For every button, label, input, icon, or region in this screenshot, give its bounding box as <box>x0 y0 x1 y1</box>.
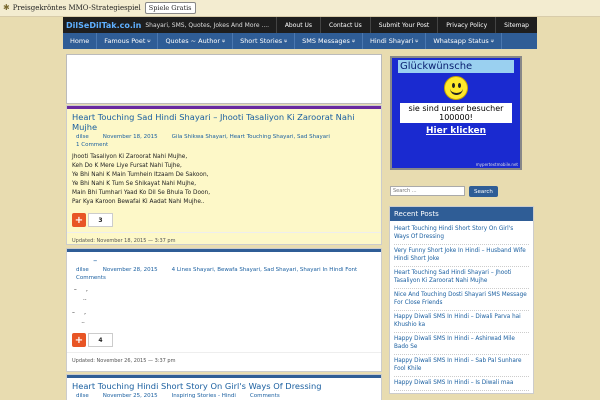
search-button[interactable]: Search <box>469 186 498 197</box>
chevron-down-icon: ⍦ <box>415 38 419 44</box>
recent-posts-widget: Recent Posts Heart Touching Hindi Short … <box>389 206 534 394</box>
search-input[interactable] <box>390 186 465 196</box>
ad-play-button[interactable]: Spiele Gratis <box>144 2 196 14</box>
chevron-down-icon: ⍦ <box>284 38 288 44</box>
nav-sms-messages[interactable]: SMS Messages ⍦ <box>295 33 363 49</box>
post-comments[interactable]: Comments <box>250 393 280 399</box>
nav-hindi-shayari[interactable]: Hindi Shayari ⍦ <box>363 33 427 49</box>
post-author[interactable]: dilse <box>76 267 89 273</box>
post-date[interactable]: November 28, 2015 <box>103 267 158 273</box>
topnav-contact[interactable]: Contact Us <box>320 17 370 33</box>
share-widget: + 3 <box>67 211 381 229</box>
share-count: 4 <box>88 333 113 347</box>
recent-posts-list: Heart Touching Hindi Short Story On Girl… <box>390 221 533 393</box>
banner-message: sie sind unser besucher 100000! <box>400 103 512 123</box>
search-form: Search <box>390 186 533 197</box>
nav-whatsapp-status[interactable]: Whatsapp Status ⍦ <box>426 33 502 49</box>
widget-title: Recent Posts <box>390 207 533 221</box>
post-excerpt: ‪‪‪‪‪‪‪‪‪‪‪‪ – ‪‪‪‪ ‪‪‪‪‪ ‪‪‪‪ ‪‪‪ ‪‪‪‪,… <box>72 287 88 325</box>
recent-post-link[interactable]: Happy Diwali SMS In Hindi – Diwali Parva… <box>394 311 529 333</box>
recent-post-link[interactable]: Heart Touching Sad Hindi Shayari – Jhoot… <box>394 267 529 289</box>
site-tagline: Shayari, SMS, Quotes, Jokes And More ...… <box>145 21 270 29</box>
nav-famous-poet[interactable]: Famous Poet ⍦ <box>97 33 159 49</box>
post-card: ‪‪‪‪‪‪‪‪‪‪‪‪ ‪‪‪‪‪ ‪‪ ‪‪‪‪ ‪‪ ‪‪‪‪ ‪‪‪‪‪… <box>66 248 382 372</box>
ad-bar: ✱ Preisgekröntes MMO-Strategiespiel Spie… <box>0 0 600 17</box>
share-count: 3 <box>88 213 113 227</box>
post-title[interactable]: Heart Touching Hindi Short Story On Girl… <box>67 378 381 392</box>
nav-home[interactable]: Home <box>63 33 98 49</box>
share-widget: + 4 <box>67 331 381 349</box>
post-author[interactable]: dilse <box>76 134 89 140</box>
banner-link[interactable]: Hier klicken <box>392 126 520 136</box>
ad-text[interactable]: Preisgekröntes MMO-Strategiespiel <box>13 4 141 12</box>
site-logo[interactable]: DilSeDilTak.co.in <box>66 21 141 30</box>
smiley-icon <box>444 76 468 100</box>
post-comments: 1 Comment <box>76 142 109 148</box>
recent-post-link[interactable]: Very Funny Short Joke In Hindi – Husband… <box>394 245 529 267</box>
post-card: Heart Touching Hindi Short Story On Girl… <box>66 374 382 400</box>
post-date[interactable]: November 18, 2015 <box>103 134 158 140</box>
recent-post-link[interactable]: Happy Diwali SMS In Hindi – Sab Pal Sunh… <box>394 355 529 377</box>
sidebar: Glückwünsche sie sind unser besucher 100… <box>387 52 534 394</box>
topnav-about[interactable]: About Us <box>275 17 320 33</box>
recent-post-link[interactable]: Heart Touching Hindi Short Story On Girl… <box>394 223 529 245</box>
game-icon: ✱ <box>3 3 10 12</box>
topnav-privacy[interactable]: Privacy Policy <box>437 17 495 33</box>
topnav-submit-post[interactable]: Submit Your Post <box>369 17 437 33</box>
recent-post-link[interactable]: Happy Diwali SMS In Hindi – Is Diwali ma… <box>394 377 529 391</box>
banner-title: Glückwünsche <box>398 60 514 73</box>
site-header: DilSeDilTak.co.in Shayari, SMS, Quotes, … <box>63 17 537 33</box>
chevron-down-icon: ⍦ <box>222 38 226 44</box>
post-card: Heart Touching Sad Hindi Shayari – Jhoot… <box>66 105 382 245</box>
post-categories[interactable]: 4 Lines Shayari, Bewafa Shayari, Sad Sha… <box>172 267 358 273</box>
post-meta: dilse November 25, 2015 Inspiring Storie… <box>67 392 381 400</box>
topnav-sitemap[interactable]: Sitemap <box>495 17 537 33</box>
share-plus-icon[interactable]: + <box>72 333 86 347</box>
main-nav: Home Famous Poet ⍦ Quotes ~ Author ⍦ Short… <box>63 33 537 49</box>
post-date[interactable]: November 25, 2015 <box>103 393 158 399</box>
post-categories[interactable]: Inspiring Stories - Hindi <box>172 393 236 399</box>
chevron-down-icon: ⍦ <box>490 38 494 44</box>
post-author[interactable]: dilse <box>76 393 89 399</box>
post-meta: dilse November 18, 2015 Gila Shikwa Shay… <box>67 133 381 141</box>
content-column: Heart Touching Sad Hindi Shayari – Jhoot… <box>63 52 384 400</box>
post-title[interactable]: Heart Touching Sad Hindi Shayari – Jhoot… <box>67 109 381 133</box>
post-title[interactable]: ‪‪‪‪‪‪‪‪‪‪‪‪ ‪‪‪‪‪ ‪‪ ‪‪‪‪ ‪‪ ‪‪‪‪ ‪‪‪‪‪… <box>67 252 381 266</box>
post-meta: dilse November 28, 2015 4 Lines Shayari,… <box>67 266 381 274</box>
post-categories[interactable]: Gila Shikwa Shayari, Heart Touching Shay… <box>172 134 330 140</box>
post-updated: Updated: November 18, 2015 — 3:37 pm <box>67 232 381 247</box>
banner-url: mypertextmobile.net <box>475 162 518 167</box>
recent-post-link[interactable]: Happy Diwali SMS In Hindi – Ashirwad Mil… <box>394 333 529 355</box>
recent-post-link[interactable]: Nice And Touching Dosti Shayari SMS Mess… <box>394 289 529 311</box>
chevron-down-icon: ⍦ <box>147 38 151 44</box>
promo-banner[interactable]: Glückwünsche sie sind unser besucher 100… <box>390 56 522 170</box>
nav-quotes-author[interactable]: Quotes ~ Author ⍦ <box>158 33 234 49</box>
post-excerpt: Jhooti Tasaliyon Ki Zaroorat Nahi Mujhe,… <box>72 154 211 205</box>
top-nav: About Us Contact Us Submit Your Post Pri… <box>275 17 537 33</box>
chevron-down-icon: ⍦ <box>351 38 355 44</box>
nav-short-stories[interactable]: Short Stories ⍦ <box>233 33 296 49</box>
ad-slot <box>66 54 382 104</box>
post-updated: Updated: November 26, 2015 — 3:37 pm <box>67 352 381 367</box>
share-plus-icon[interactable]: + <box>72 213 86 227</box>
post-comments: Comments <box>76 275 106 281</box>
